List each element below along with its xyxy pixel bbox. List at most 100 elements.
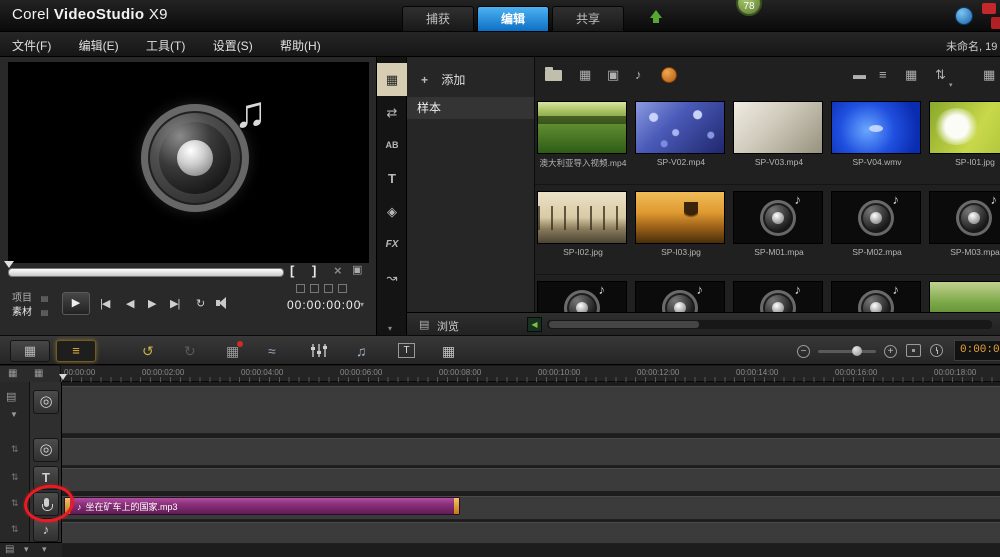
subtitle-editor-button[interactable]: T (398, 343, 415, 358)
fit-project-button[interactable] (906, 344, 921, 357)
track-view-icon[interactable]: ▦ (34, 368, 43, 379)
library-item[interactable]: ♪ SP-M01.mpa (733, 185, 825, 275)
close-button[interactable] (982, 3, 996, 14)
import-icon[interactable]: ▦ (983, 67, 995, 83)
segment-box[interactable] (338, 284, 347, 293)
nav-item-motion[interactable]: ↝ (377, 261, 407, 294)
library-item[interactable]: 澳大利亚导入视频.mp4 (537, 95, 629, 185)
overlay-track-lane[interactable] (62, 438, 1000, 466)
zoom-in-button[interactable]: + (884, 345, 897, 358)
mode-clip-button[interactable]: 素材 ▤ (12, 303, 48, 318)
nav-item-filter[interactable]: FX (377, 228, 407, 261)
settings-gear-icon[interactable] (661, 67, 677, 83)
title-track-lane[interactable] (62, 468, 1000, 492)
nav-scroll-down-icon[interactable]: ▾ (388, 324, 392, 333)
video-thumbnail[interactable] (635, 101, 725, 154)
segment-box[interactable] (310, 284, 319, 293)
nav-item-media[interactable]: ▦ (377, 63, 407, 96)
menu-item-settings[interactable]: 设置(S) (201, 32, 265, 54)
menu-item-help[interactable]: 帮助(H) (268, 32, 333, 54)
folder-icon[interactable] (545, 70, 562, 81)
filter-media-icon[interactable]: ▦ (579, 67, 591, 83)
nav-item-transition[interactable]: ⇄ (377, 96, 407, 129)
view-list-icon[interactable]: ≡ (879, 67, 887, 82)
step-start-button[interactable]: |◀ (100, 297, 109, 310)
image-thumbnail[interactable] (929, 281, 1000, 312)
nav-item-graphic[interactable]: ◈ (377, 195, 407, 228)
track-swap-icon[interactable]: ⇅ (11, 498, 19, 509)
view-thumbnail-icon[interactable]: ▬ (853, 67, 866, 82)
audio-thumbnail[interactable]: ♪ (733, 191, 823, 244)
audio-thumbnail[interactable]: ♪ (635, 281, 725, 312)
tab-capture[interactable]: 捕获 (402, 6, 474, 32)
add-folder-button[interactable]: + 添加 (421, 71, 465, 88)
menu-item-file[interactable]: 文件(F) (0, 32, 63, 54)
library-item[interactable]: ♪ (537, 275, 629, 312)
mode-project-button[interactable]: 项目 ▤ (12, 289, 48, 304)
duration-clock-button[interactable] (930, 344, 943, 357)
ruler-playhead[interactable] (59, 374, 67, 380)
upload-arrow-icon[interactable] (650, 10, 662, 18)
collapse-arrow-icon[interactable]: ▼ (10, 410, 18, 419)
tab-edit[interactable]: 编辑 (477, 6, 549, 32)
library-item[interactable]: ♪ (831, 275, 923, 312)
zoom-slider[interactable] (818, 350, 876, 353)
image-thumbnail[interactable] (929, 101, 1000, 154)
video-thumbnail[interactable] (733, 101, 823, 154)
nav-item-title[interactable]: T (377, 162, 407, 195)
library-item[interactable]: SP-I03.jpg (635, 185, 727, 275)
notification-badge[interactable]: 78 (736, 0, 762, 16)
library-item[interactable]: ♪ (635, 275, 727, 312)
enlarge-button[interactable]: ▣ (352, 263, 362, 276)
audio-thumbnail[interactable]: ♪ (537, 281, 627, 312)
storyboard-view-button[interactable]: ▦ (10, 340, 50, 362)
image-thumbnail[interactable] (635, 191, 725, 244)
scrollbar-thumb[interactable] (549, 321, 699, 328)
timeline-view-button[interactable]: ≡ (56, 340, 96, 362)
repeat-button[interactable]: ↻ (196, 297, 205, 310)
scroll-down-icon[interactable]: ▾ (42, 544, 47, 555)
audio-thumbnail[interactable]: ♪ (831, 281, 921, 312)
video-track-lane[interactable] (62, 386, 1000, 434)
track-swap-icon[interactable]: ⇅ (11, 472, 19, 483)
library-scrollbar[interactable] (547, 320, 992, 329)
video-thumbnail[interactable] (537, 101, 627, 154)
library-item[interactable]: SP-V03.mp4 (733, 95, 825, 185)
tab-share[interactable]: 共享 (552, 6, 624, 32)
scrubber-bar[interactable] (8, 268, 284, 277)
audio-clip[interactable]: ♪坐在矿车上的国家.mp3 (64, 497, 460, 515)
category-sample[interactable]: 样本 (407, 97, 534, 119)
filter-photo-icon[interactable]: ▣ (607, 67, 619, 83)
segment-box[interactable] (324, 284, 333, 293)
menu-item-tools[interactable]: 工具(T) (134, 32, 197, 54)
video-track-button[interactable]: ◎ (33, 390, 59, 414)
library-item[interactable] (929, 275, 1000, 312)
library-item[interactable]: ♪ SP-M03.mpa (929, 185, 1000, 275)
library-item[interactable]: SP-I01.jpg (929, 95, 1000, 185)
library-item[interactable]: SP-I02.jpg (537, 185, 629, 275)
mark-out-button[interactable]: ] (312, 263, 316, 278)
prev-frame-button[interactable]: ◀ (126, 297, 133, 310)
track-manager-icon[interactable]: ▤ (6, 390, 16, 403)
step-end-button[interactable]: ▶| (170, 297, 179, 310)
timeline-ruler[interactable]: ▦ ▦ 00:00:00 00:00:02:00 00:00:04:00 00:… (0, 366, 1000, 382)
overlay-track-button[interactable]: ◎ (33, 438, 59, 462)
timecode-dropdown-icon[interactable]: ▾ (360, 300, 364, 309)
library-item[interactable]: SP-V04.wmv (831, 95, 923, 185)
sort-icon[interactable]: ⇅ (935, 67, 946, 83)
scrubber-playhead[interactable] (4, 261, 14, 268)
scroll-down-icon[interactable]: ▾ (24, 544, 29, 555)
library-item[interactable]: ♪ SP-M02.mpa (831, 185, 923, 275)
track-view-icon[interactable]: ▦ (8, 368, 17, 379)
scroll-left-button[interactable]: ◀ (527, 317, 542, 332)
audio-thumbnail[interactable]: ♪ (929, 191, 1000, 244)
sound-mixer-button[interactable] (312, 344, 326, 357)
library-item[interactable]: ♪ (733, 275, 825, 312)
view-grid-icon[interactable]: ▦ (905, 67, 917, 83)
track-manager-button[interactable]: ▦ (442, 342, 455, 360)
undo-button[interactable]: ↺ (142, 342, 154, 360)
play-button[interactable]: ▶ (62, 292, 90, 315)
audio-thumbnail[interactable]: ♪ (831, 191, 921, 244)
zoom-out-button[interactable]: − (797, 345, 810, 358)
cut-button[interactable]: × (334, 263, 342, 278)
